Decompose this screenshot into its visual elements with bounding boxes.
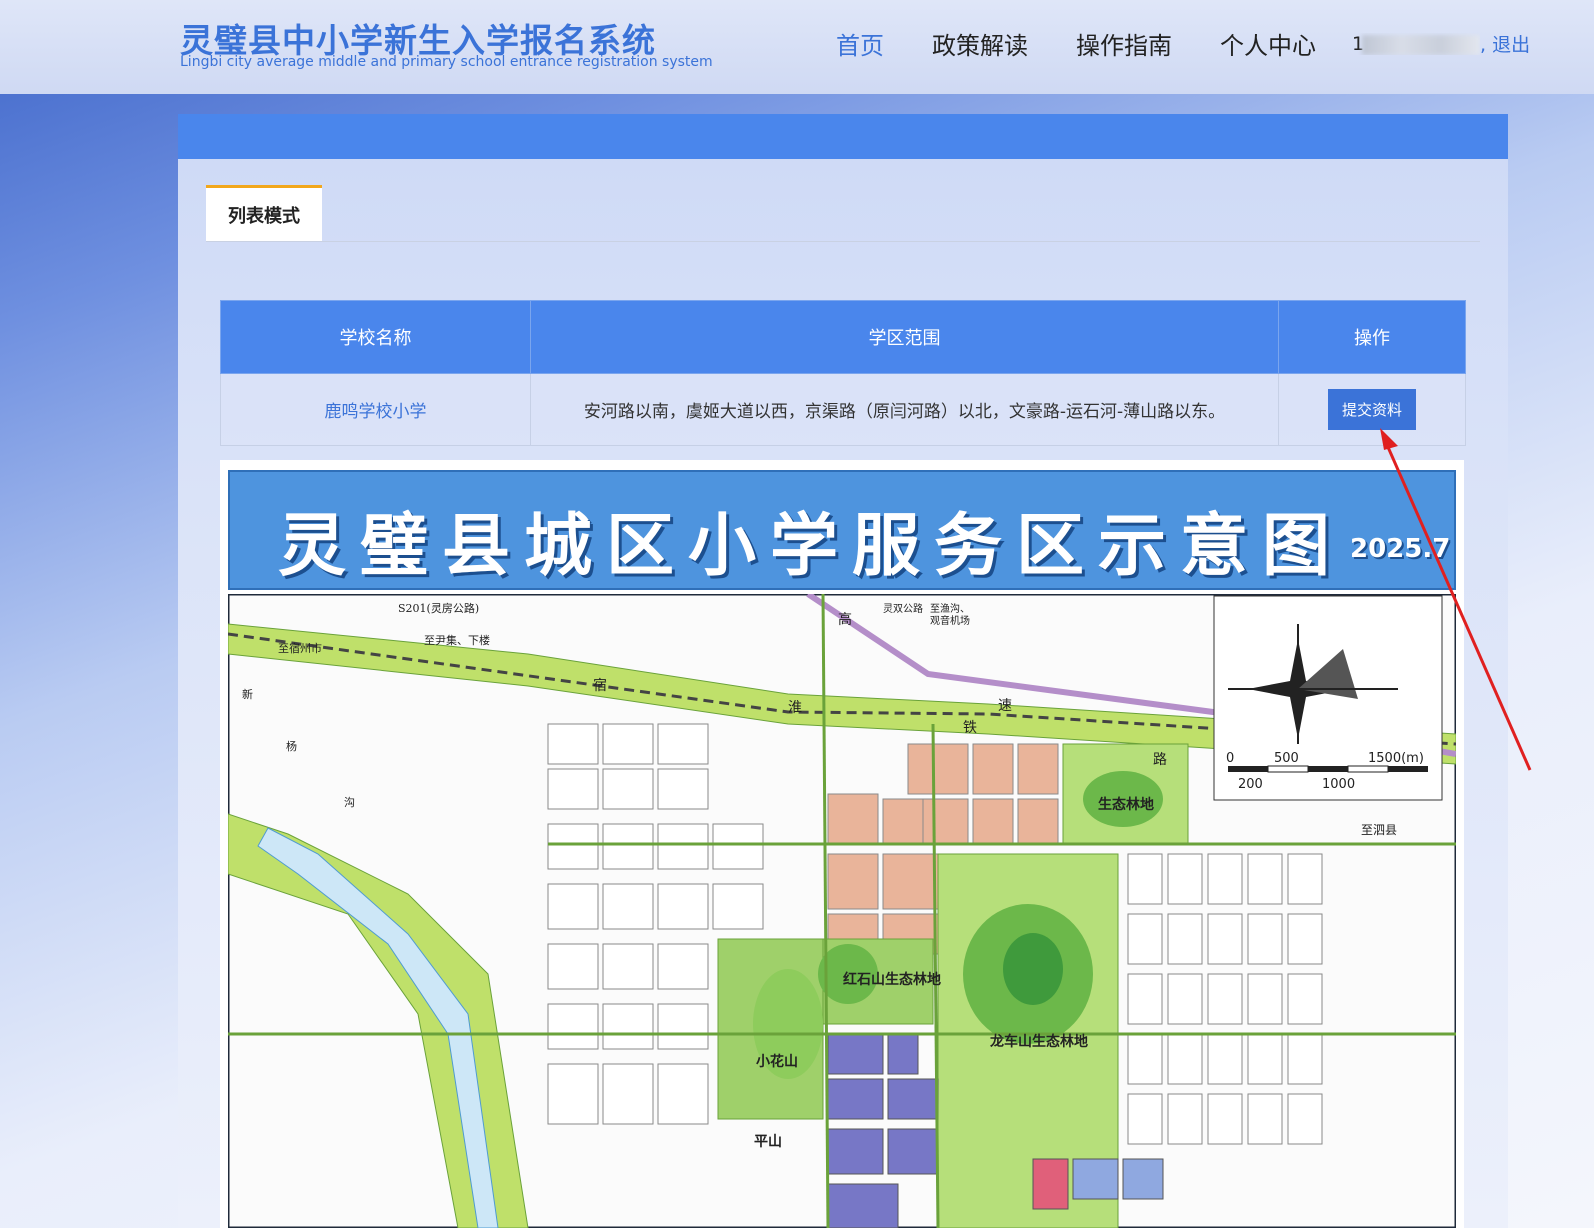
scale-1000: 1000 [1322, 777, 1355, 792]
site-subtitle: Lingbi city average middle and primary s… [180, 54, 713, 70]
main-nav: 首页 政策解读 操作指南 个人中心 [836, 26, 1364, 61]
map-title-bar: 灵璧县城区小学服务区示意图 2025.7 [228, 470, 1456, 590]
nav-policy[interactable]: 政策解读 [932, 26, 1028, 61]
col-school-name: 学校名称 [220, 300, 531, 374]
map-label-guanyin-airport: 观音机场 [930, 614, 970, 627]
map-label-rail-6: 路 [1153, 752, 1167, 768]
map-label-rail-1: 宿 [593, 677, 607, 694]
map-label-longcheshan: 龙车山生态林地 [989, 1033, 1088, 1050]
school-name-link[interactable]: 鹿鸣学校小学 [325, 402, 427, 422]
map-label-lingshuang: 灵双公路 [883, 602, 923, 615]
site-header: 灵璧县中小学新生入学报名系统 Lingbi city average middl… [0, 0, 1594, 94]
user-name: 1 [1352, 33, 1480, 55]
logout-link[interactable]: , 退出 [1480, 30, 1530, 57]
col-district: 学区范围 [530, 300, 1279, 374]
user-name-redaction [1362, 34, 1480, 55]
panel-header-bar [178, 114, 1508, 159]
map-label-xinbiangou-1: 新 [242, 687, 253, 701]
map-label-rail-3: 高 [838, 611, 852, 628]
submit-materials-button[interactable]: 提交资料 [1327, 389, 1416, 430]
map-label-pingshan: 平山 [754, 1134, 782, 1150]
nav-guide[interactable]: 操作指南 [1076, 26, 1172, 61]
table-header-row: 学校名称 学区范围 操作 [220, 300, 1466, 374]
map-label-eco-forest: 生态林地 [1098, 796, 1154, 813]
scale-500: 500 [1274, 751, 1299, 766]
map-label-rail-2: 淮 [788, 700, 802, 716]
service-area-map: 灵璧县城区小学服务区示意图 2025.7 S201(灵房公路) 至尹集、下楼 至… [220, 460, 1464, 1228]
tab-list-mode[interactable]: 列表模式 [206, 185, 322, 242]
tab-divider [206, 241, 1480, 242]
nav-home[interactable]: 首页 [836, 26, 884, 61]
map-label-to-yinji: 至尹集、下楼 [424, 633, 490, 647]
map-label-hongshishan: 红石山生态林地 [843, 971, 941, 988]
school-table: 学校名称 学区范围 操作 鹿鸣学校小学 安河路以南，虞姬大道以西，京渠路（原闫河… [220, 300, 1466, 446]
action-cell: 提交资料 [1278, 373, 1466, 446]
map-label-s201: S201(灵房公路) [398, 602, 479, 615]
table-row: 鹿鸣学校小学 安河路以南，虞姬大道以西，京渠路（原闫河路）以北，文豪路-运石河-… [220, 373, 1466, 446]
scale-200: 200 [1238, 777, 1263, 792]
scale-0: 0 [1226, 751, 1234, 766]
map-label-xinbiangou-3: 沟 [344, 796, 355, 809]
district-cell: 安河路以南，虞姬大道以西，京渠路（原闫河路）以北，文豪路-运石河-薄山路以东。 [530, 373, 1279, 446]
map-date: 2025.7 [1350, 534, 1451, 564]
map-image: S201(灵房公路) 至尹集、下楼 至宿州市 灵双公路 至渔沟、 观音机场 宿 … [228, 594, 1456, 1228]
map-title: 灵璧县城区小学服务区示意图 [278, 506, 1345, 586]
map-label-rail-4: 速 [998, 698, 1012, 714]
col-action: 操作 [1278, 300, 1466, 374]
user-area: 1 , 退出 [1352, 30, 1530, 57]
map-label-xiaohuashan: 小花山 [756, 1053, 798, 1070]
map-label-xinbiangou-2: 杨 [286, 739, 297, 753]
scale-1500: 1500(m) [1368, 751, 1424, 766]
nav-personal-center[interactable]: 个人中心 [1220, 26, 1316, 61]
map-label-to-suzhou: 至宿州市 [278, 641, 322, 655]
content-panel: 列表模式 学校名称 学区范围 操作 鹿鸣学校小学 安河路以南，虞姬大道以西，京渠… [178, 114, 1508, 1228]
map-label-to-sixian: 至泗县 [1361, 823, 1397, 837]
map-label-rail-5: 铁 [963, 720, 977, 736]
map-label-to-yugou: 至渔沟、 [930, 602, 970, 615]
school-name-cell: 鹿鸣学校小学 [220, 373, 531, 446]
